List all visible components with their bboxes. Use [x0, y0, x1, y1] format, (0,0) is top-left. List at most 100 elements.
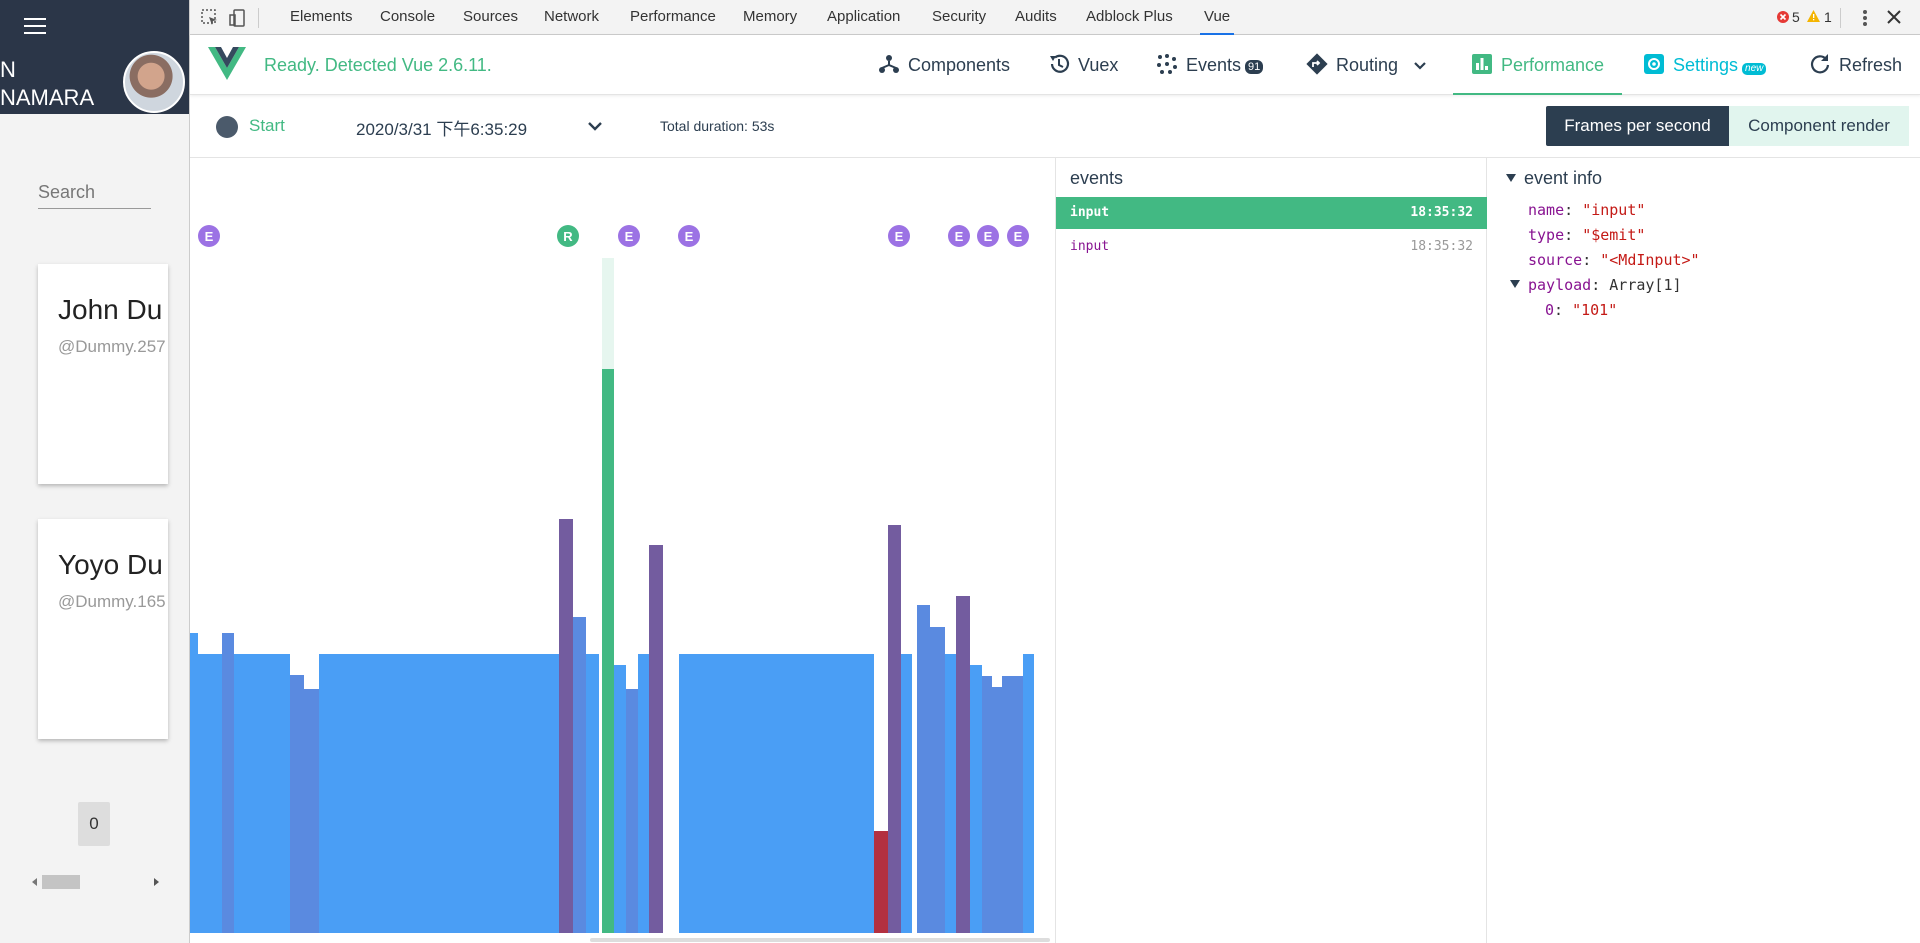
fps-bar[interactable]: [888, 525, 901, 933]
prop-source[interactable]: source: "<MdInput>": [1528, 251, 1700, 269]
horizontal-scrollbar[interactable]: [28, 872, 163, 892]
fps-bar[interactable]: [1023, 654, 1034, 933]
prop-name[interactable]: name: "input": [1528, 201, 1645, 219]
warning-count[interactable]: 1: [1824, 9, 1832, 25]
event-row[interactable]: input 18:35:32: [1056, 231, 1487, 263]
fps-bar[interactable]: [198, 654, 222, 933]
fps-bar[interactable]: [970, 665, 982, 933]
components-icon: [879, 55, 899, 73]
fps-bar[interactable]: [649, 545, 663, 933]
error-count[interactable]: 5: [1792, 9, 1800, 25]
fps-bar[interactable]: [1002, 676, 1023, 933]
user-card[interactable]: Yoyo Du @Dummy.165: [38, 519, 168, 739]
fps-bar[interactable]: [679, 654, 874, 933]
fps-bar[interactable]: [614, 665, 626, 933]
fps-bar[interactable]: [956, 596, 970, 933]
prop-key: name: [1528, 201, 1565, 219]
nav-vuex[interactable]: Vuex: [1048, 35, 1118, 95]
nav-performance[interactable]: Performance: [1453, 35, 1623, 95]
fps-bar[interactable]: [573, 617, 586, 933]
scroll-right-icon[interactable]: [154, 878, 159, 886]
chart-scrollbar[interactable]: [590, 938, 1050, 942]
event-marker[interactable]: E: [618, 225, 640, 247]
tab-console[interactable]: Console: [380, 0, 435, 35]
inspect-element-icon[interactable]: [200, 8, 220, 28]
close-icon[interactable]: [1887, 10, 1901, 24]
fps-chart[interactable]: EREEEEEE: [190, 158, 1055, 943]
event-marker[interactable]: E: [948, 225, 970, 247]
fps-button[interactable]: Frames per second: [1546, 106, 1729, 146]
fps-bar[interactable]: [874, 831, 888, 933]
event-marker[interactable]: E: [678, 225, 700, 247]
user-card[interactable]: John Du @Dummy.257: [38, 264, 168, 484]
tab-memory[interactable]: Memory: [743, 0, 797, 35]
device-toolbar-icon[interactable]: [228, 8, 248, 28]
nav-events[interactable]: Events 91: [1156, 35, 1264, 95]
fps-bar[interactable]: [992, 687, 1002, 933]
warning-icon[interactable]: [1807, 10, 1820, 22]
more-options-icon[interactable]: [1862, 9, 1868, 27]
component-render-button[interactable]: Component render: [1729, 106, 1909, 146]
fps-bar[interactable]: [626, 689, 638, 933]
event-marker[interactable]: E: [1007, 225, 1029, 247]
tab-elements[interactable]: Elements: [290, 0, 353, 35]
start-button[interactable]: Start: [249, 116, 285, 136]
fps-bar[interactable]: [290, 675, 304, 933]
prop-payload-item[interactable]: 0: "101": [1545, 301, 1617, 319]
fps-bar[interactable]: [638, 654, 649, 933]
tab-vue[interactable]: Vue: [1200, 0, 1235, 35]
card-handle: @Dummy.165: [58, 592, 166, 611]
fps-bar[interactable]: [222, 633, 234, 933]
nav-refresh[interactable]: Refresh: [1809, 35, 1902, 95]
session-select[interactable]: 2020/3/31 下午6:35:29: [356, 115, 527, 140]
fps-bar[interactable]: [190, 633, 198, 933]
fps-bar[interactable]: [559, 519, 573, 933]
app-header: N NAMARA: [0, 0, 189, 114]
fps-bar[interactable]: [586, 654, 599, 933]
prop-type[interactable]: type: "$emit": [1528, 226, 1645, 244]
fps-chart-svg[interactable]: EREEEEEE: [190, 158, 1055, 943]
tab-network[interactable]: Network: [544, 0, 599, 35]
event-name: input: [1070, 205, 1110, 220]
event-marker[interactable]: E: [977, 225, 999, 247]
avatar[interactable]: [123, 51, 185, 113]
marker-label: R: [563, 229, 573, 244]
nav-routing-label: Routing: [1336, 55, 1399, 75]
search-input[interactable]: Search: [38, 182, 151, 209]
event-info-toggle[interactable]: event info: [1506, 168, 1602, 189]
fps-bar[interactable]: [917, 605, 930, 933]
fps-bar[interactable]: [234, 654, 290, 933]
nav-components[interactable]: Components: [878, 35, 1010, 95]
chevron-down-icon[interactable]: [586, 117, 604, 135]
page-number[interactable]: 0: [78, 802, 110, 846]
scroll-thumb[interactable]: [42, 875, 80, 889]
fps-bar[interactable]: [930, 627, 945, 933]
event-marker[interactable]: E: [198, 225, 220, 247]
tab-application[interactable]: Application: [827, 0, 900, 35]
menu-icon[interactable]: [24, 18, 46, 34]
error-icon[interactable]: [1777, 11, 1789, 23]
route-marker[interactable]: R: [557, 225, 579, 247]
nav-settings[interactable]: Settings new: [1643, 35, 1767, 95]
event-row[interactable]: input 18:35:32: [1056, 197, 1487, 229]
tab-performance[interactable]: Performance: [630, 0, 716, 35]
tab-security[interactable]: Security: [932, 0, 986, 35]
fps-bar[interactable]: [304, 689, 319, 933]
fps-bar[interactable]: [945, 654, 956, 933]
vue-devtools-header: Ready. Detected Vue 2.6.11. Components V…: [190, 35, 1920, 95]
event-name: input: [1070, 239, 1110, 254]
scroll-left-icon[interactable]: [32, 878, 37, 886]
fps-bar[interactable]: [319, 654, 559, 933]
record-icon[interactable]: [216, 116, 238, 138]
fps-bar[interactable]: [901, 654, 912, 933]
fps-bar[interactable]: [602, 369, 614, 933]
event-time: 18:35:32: [1410, 239, 1473, 254]
event-marker[interactable]: E: [888, 225, 910, 247]
devtools-panel: Elements Console Sources Network Perform…: [189, 0, 1920, 943]
tab-sources[interactable]: Sources: [463, 0, 518, 35]
tab-adblock-plus[interactable]: Adblock Plus: [1086, 0, 1173, 35]
prop-payload[interactable]: payload: Array[1]: [1510, 276, 1682, 294]
nav-routing[interactable]: Routing: [1306, 35, 1427, 95]
tab-audits[interactable]: Audits: [1015, 0, 1057, 35]
fps-bar[interactable]: [982, 676, 992, 933]
